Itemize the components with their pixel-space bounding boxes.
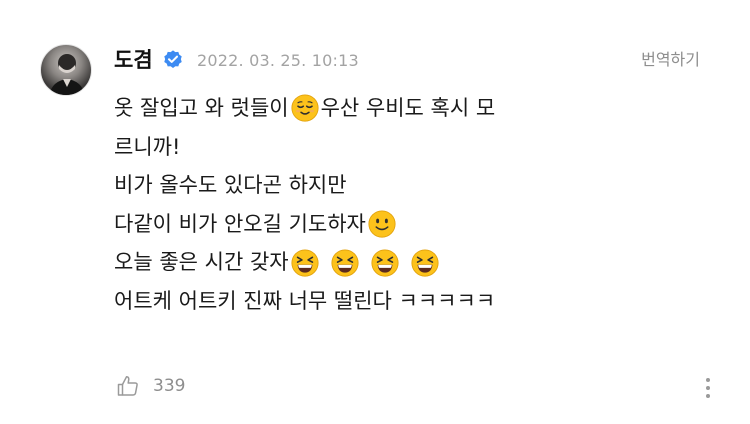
grinning-squinting-face-emoji [291, 249, 319, 277]
post-line-1-text-a: 옷 잘입고 와 럿들이 [114, 96, 289, 120]
post-line-6-text: 어트케 어트키 진짜 너무 떨린다 ㅋㅋㅋㅋㅋ [114, 288, 496, 313]
like-count: 339 [153, 376, 186, 396]
post-line-6: 어트케 어트키 진짜 너무 떨린다 ㅋㅋㅋㅋㅋ [114, 282, 674, 321]
post-line-5-text: 오늘 좋은 시간 갖자 [114, 250, 289, 275]
post-line-5: 오늘 좋은 시간 갖자 [114, 243, 674, 282]
post-body: 옷 잘입고 와 럿들이 우산 우비도 혹시 모 르니까! 비가 올수도 있다곤 … [114, 89, 674, 321]
post-line-1: 옷 잘입고 와 럿들이 우산 우비도 혹시 모 [114, 89, 674, 128]
post-line-2: 르니까! [114, 128, 674, 167]
post-line-4: 다같이 비가 안오길 기도하자 [114, 205, 674, 244]
post-timestamp: 2022. 03. 25. 10:13 [197, 51, 359, 70]
grinning-squinting-face-emoji [331, 249, 359, 277]
post-line-2-text: 르니까! [114, 134, 181, 159]
author-avatar[interactable] [40, 44, 92, 96]
relieved-face-emoji [291, 94, 319, 122]
grinning-squinting-face-emoji [411, 249, 439, 277]
translate-button[interactable]: 번역하기 [641, 46, 700, 74]
avatar-portrait-icon [49, 54, 85, 95]
verified-badge-icon [164, 50, 182, 68]
post-line-3: 비가 올수도 있다곤 하지만 [114, 166, 674, 205]
slightly-smiling-face-emoji [368, 210, 396, 238]
post-line-3-text: 비가 올수도 있다곤 하지만 [114, 173, 347, 198]
post-footer: 339 [116, 373, 185, 399]
vertical-ellipsis-icon[interactable] [704, 376, 712, 400]
post-line-4-text: 다같이 비가 안오길 기도하자 [114, 211, 366, 236]
grinning-squinting-face-emoji [371, 249, 399, 277]
post-card: 도겸 2022. 03. 25. 10:13 번역하기 옷 잘입고 와 럿들이 … [0, 0, 750, 424]
post-line-1-text-b: 우산 우비도 혹시 모 [320, 96, 496, 120]
thumbs-up-icon[interactable] [116, 374, 140, 398]
author-name[interactable]: 도겸 [114, 44, 153, 76]
